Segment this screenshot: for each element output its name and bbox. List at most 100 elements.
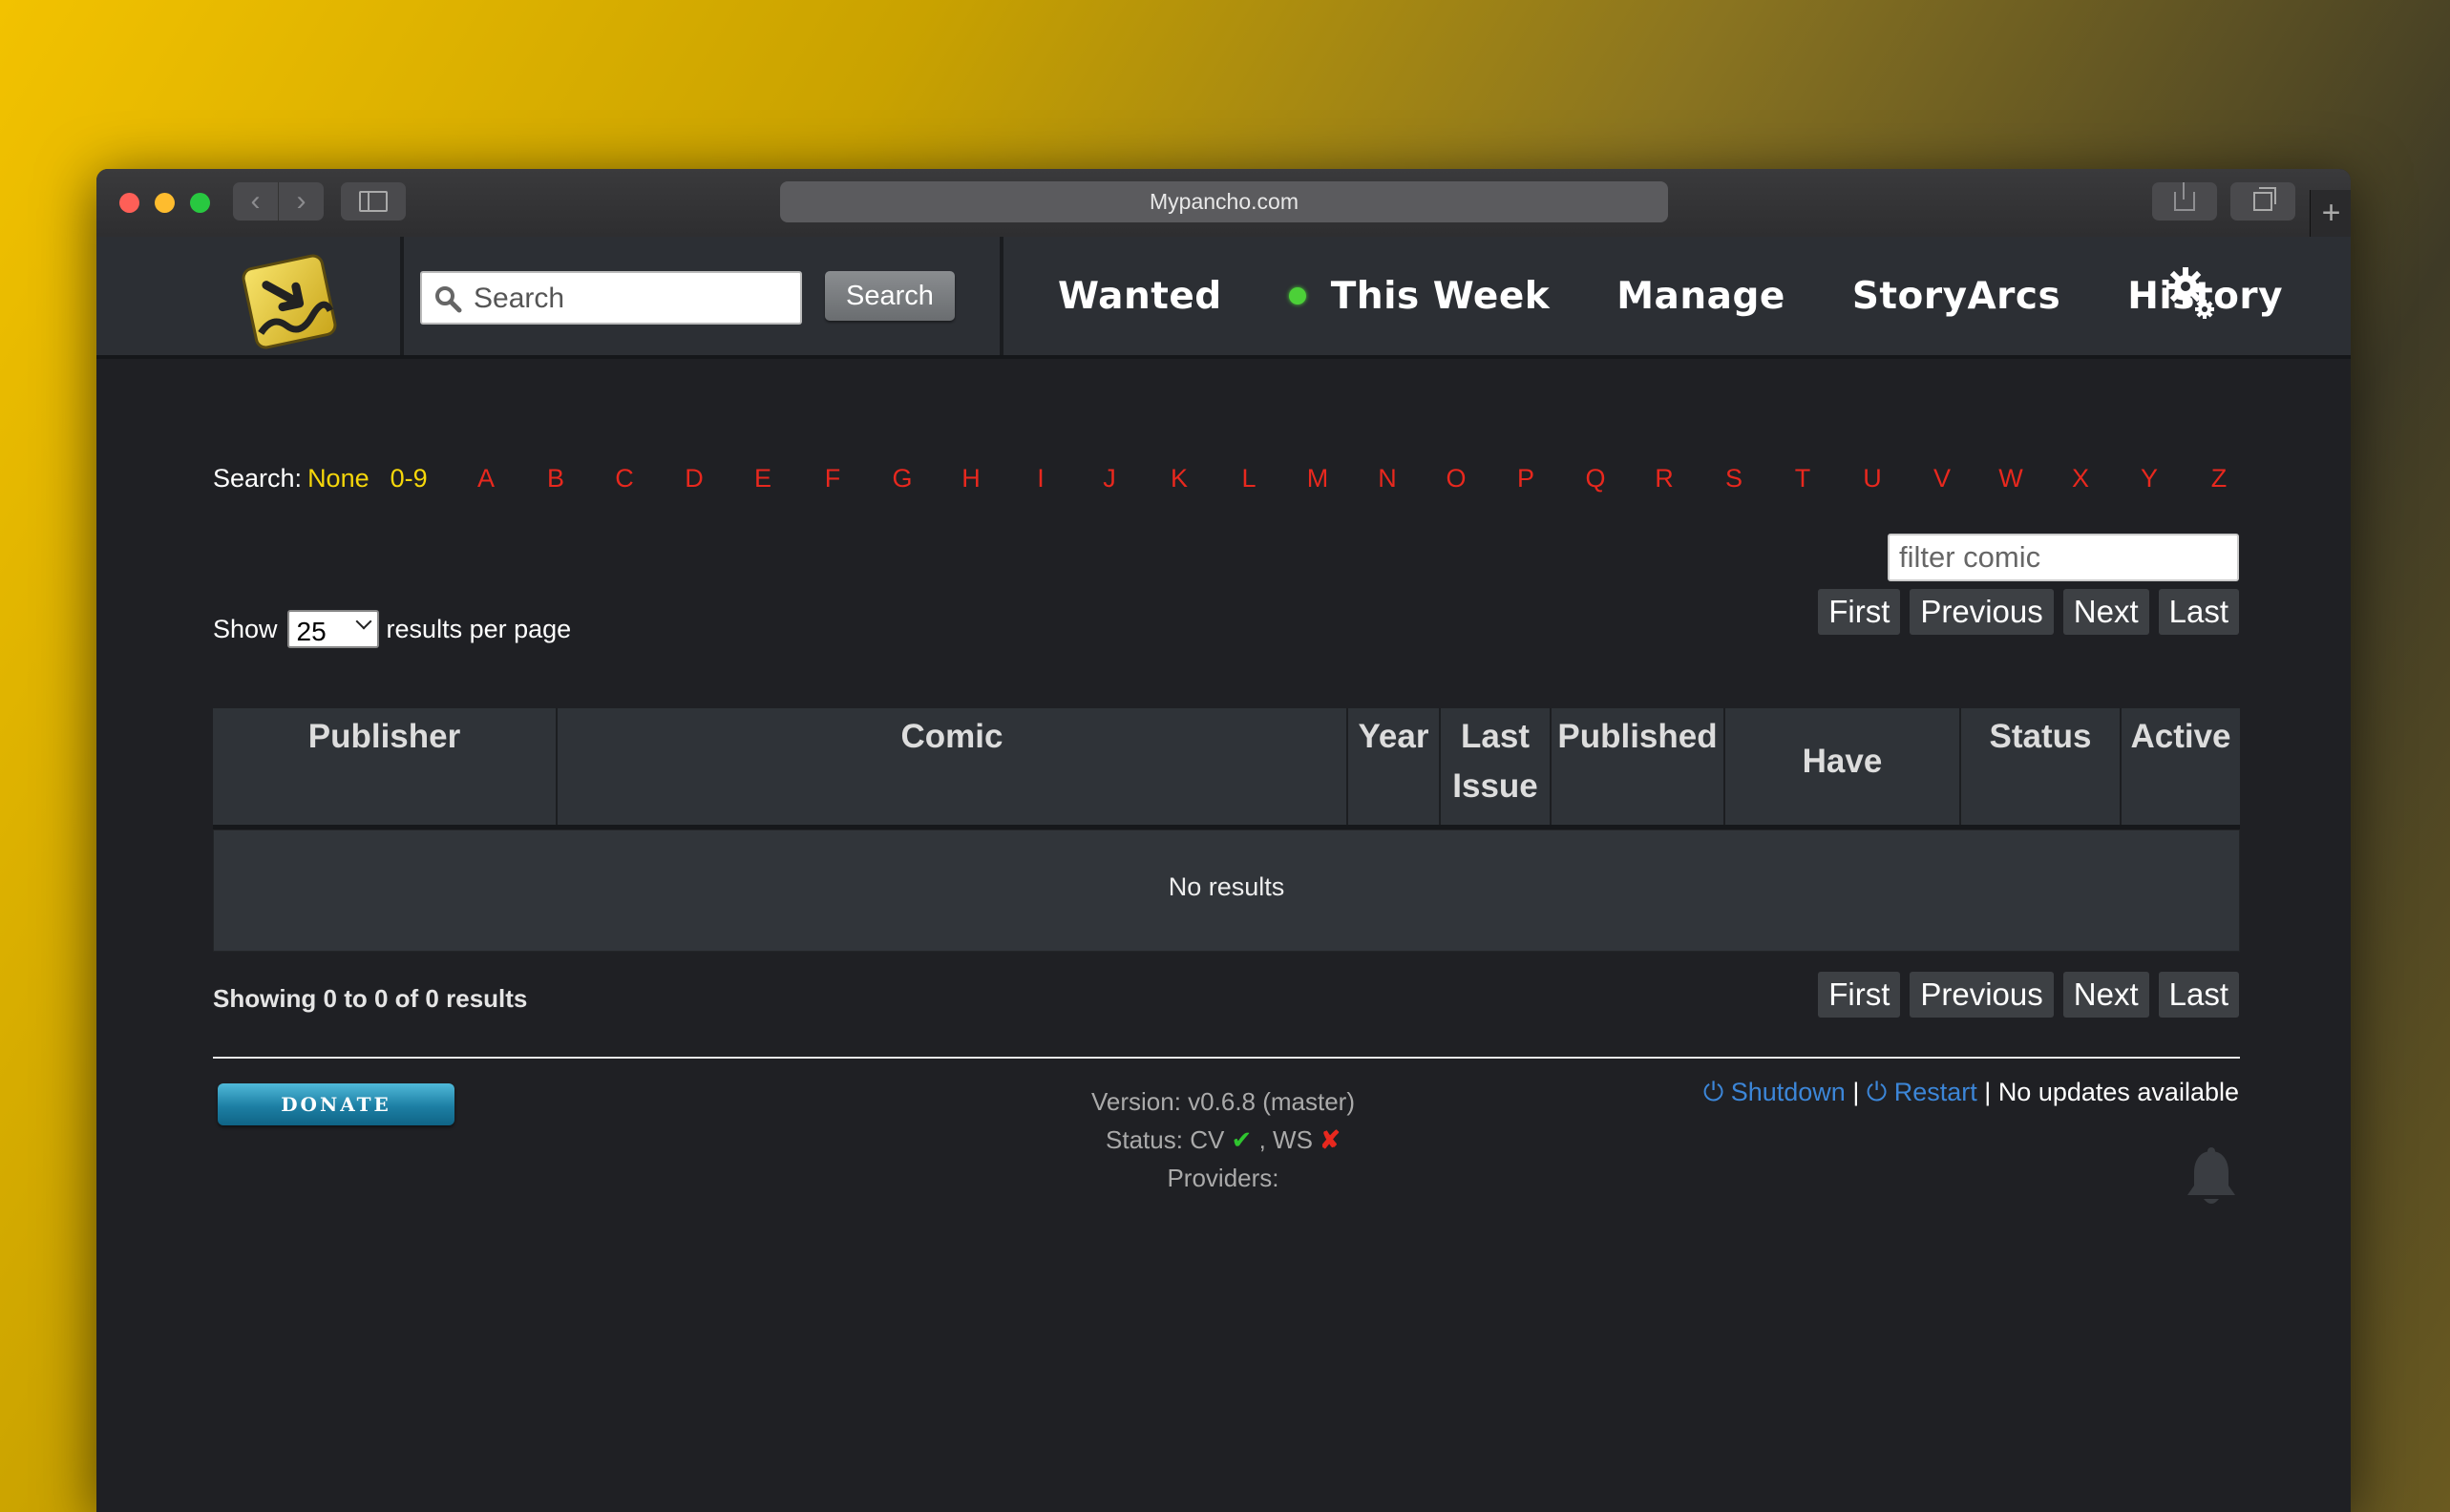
col-last-issue-line2: Issue (1452, 767, 1538, 805)
alpha-letter-y[interactable]: Y (2130, 464, 2168, 494)
alpha-letter-t[interactable]: T (1784, 464, 1822, 494)
empty-table-message: No results (1168, 872, 1285, 901)
alpha-letter-j[interactable]: J (1090, 464, 1129, 494)
share-button[interactable] (2152, 182, 2217, 220)
sidebar-icon (359, 191, 388, 212)
notification-bell-icon[interactable] (2185, 1147, 2238, 1208)
pagination-top: First Previous Next Last (1808, 589, 2239, 635)
col-status[interactable]: Status (1961, 708, 2122, 825)
alpha-letter-s[interactable]: S (1715, 464, 1753, 494)
maximize-window-button[interactable] (190, 193, 210, 213)
address-bar[interactable]: Mypancho.com (780, 181, 1668, 222)
app-header: Search Wanted This Week Manage StoryArcs… (96, 237, 2351, 359)
alpha-letter-p[interactable]: P (1507, 464, 1545, 494)
settings-gear-icon[interactable] (2165, 265, 2218, 323)
col-year[interactable]: Year (1348, 708, 1441, 825)
alpha-letter-k[interactable]: K (1160, 464, 1198, 494)
power-icon: ⏻ (1866, 1078, 1888, 1106)
col-published[interactable]: Published (1552, 708, 1725, 825)
alpha-letter-e[interactable]: E (744, 464, 782, 494)
alpha-none[interactable]: None (307, 464, 370, 494)
shutdown-link[interactable]: Shutdown (1731, 1078, 1846, 1106)
nav-wanted[interactable]: Wanted (1058, 275, 1222, 318)
donate-button[interactable]: DONATE (218, 1083, 454, 1125)
chevron-down-icon (355, 613, 372, 630)
alpha-letter-m[interactable]: M (1299, 464, 1337, 494)
alpha-letter-q[interactable]: Q (1576, 464, 1615, 494)
alpha-letter-b[interactable]: B (537, 464, 575, 494)
alpha-letter-o[interactable]: O (1437, 464, 1475, 494)
page-length-value: 25 (296, 617, 327, 646)
show-label: Show (213, 614, 278, 643)
title-bar: ‹ › Mypancho.com + (96, 169, 2351, 238)
table-header: Publisher Comic Year Last Issue Publishe… (213, 708, 2240, 830)
restart-link[interactable]: Restart (1894, 1078, 1977, 1106)
alpha-letter-d[interactable]: D (675, 464, 713, 494)
table-body: No results (213, 830, 2240, 952)
main-nav: Wanted This Week Manage StoryArcs Histor… (1058, 237, 2350, 355)
sidebar-toggle-button[interactable] (341, 182, 406, 220)
alpha-letter-w[interactable]: W (1992, 464, 2030, 494)
alpha-letters: ABCDEFGHIJKLMNOPQRSTUVWXYZ (467, 464, 2227, 494)
previous-page-button[interactable]: Previous (1910, 972, 2054, 1018)
filter-field[interactable] (1888, 534, 2239, 581)
next-page-button[interactable]: Next (2062, 972, 2149, 1018)
status-line: Status: CV ✔ , WS ✘ (1032, 1121, 1414, 1159)
browser-window: ‹ › Mypancho.com + Search Search Wanted … (96, 169, 2351, 1512)
new-tab-button[interactable]: + (2310, 190, 2351, 237)
alpha-letter-f[interactable]: F (813, 464, 852, 494)
server-actions: ⏻ Shutdown | ⏻ Restart | No updates avai… (1703, 1078, 2239, 1108)
nav-this-week[interactable]: This Week (1288, 275, 1551, 318)
nav-manage[interactable]: Manage (1616, 275, 1785, 318)
show-tabs-button[interactable] (2230, 182, 2295, 220)
col-last-issue[interactable]: Last Issue (1441, 708, 1552, 825)
last-page-button[interactable]: Last (2158, 972, 2239, 1018)
alpha-letter-v[interactable]: V (1923, 464, 1961, 494)
alpha-letter-c[interactable]: C (605, 464, 644, 494)
per-page-label: results per page (386, 614, 572, 643)
alpha-0-9[interactable]: 0-9 (391, 464, 428, 494)
alpha-letter-g[interactable]: G (883, 464, 921, 494)
first-page-button[interactable]: First (1818, 589, 1901, 635)
alpha-search: Search: None 0-9 A BC D E F G H IJ K L M N O P QR S T U V W… (213, 464, 2227, 494)
version-text: Version: v0.6.8 (master) (1091, 1087, 1355, 1116)
first-page-button[interactable]: First (1818, 972, 1901, 1018)
table-info: Showing 0 to 0 of 0 results (213, 984, 528, 1013)
search-input[interactable] (472, 279, 791, 319)
page-length-select[interactable]: 25 (286, 610, 379, 648)
header-divider (1000, 237, 1003, 355)
alpha-letter-n[interactable]: N (1368, 464, 1406, 494)
col-publisher[interactable]: Publisher (213, 708, 558, 825)
alpha-letter-h[interactable]: H (952, 464, 990, 494)
version-info: Version: v0.6.8 (master) Status: CV ✔ , … (1032, 1082, 1414, 1197)
alpha-letter-i[interactable]: I (1022, 464, 1060, 494)
back-arrow-icon[interactable]: ‹ (233, 182, 279, 220)
separator: | (1852, 1078, 1860, 1106)
col-active[interactable]: Active (2122, 708, 2240, 825)
alpha-letter-u[interactable]: U (1853, 464, 1891, 494)
app-logo-icon[interactable] (232, 244, 347, 359)
header-divider (400, 237, 404, 355)
filter-comic-input[interactable] (1890, 536, 2237, 579)
search-field[interactable] (420, 271, 802, 325)
alpha-letter-x[interactable]: X (2061, 464, 2100, 494)
col-have[interactable]: Have (1725, 708, 1961, 825)
alpha-letter-z[interactable]: Z (2200, 464, 2238, 494)
cross-icon: ✘ (1320, 1125, 1341, 1154)
close-window-button[interactable] (119, 193, 139, 213)
alpha-search-label: Search: (213, 464, 303, 493)
alpha-letter-l[interactable]: L (1230, 464, 1268, 494)
alpha-letter-r[interactable]: R (1645, 464, 1683, 494)
history-nav-buttons: ‹ › (233, 182, 324, 220)
search-button[interactable]: Search (825, 271, 955, 321)
alpha-letter-a[interactable]: A (467, 464, 505, 494)
nav-storyarcs[interactable]: StoryArcs (1852, 275, 2060, 318)
next-page-button[interactable]: Next (2062, 589, 2149, 635)
forward-arrow-icon[interactable]: › (279, 182, 324, 220)
previous-page-button[interactable]: Previous (1910, 589, 2054, 635)
minimize-window-button[interactable] (155, 193, 175, 213)
col-last-issue-line1: Last (1461, 718, 1530, 755)
last-page-button[interactable]: Last (2158, 589, 2239, 635)
col-comic[interactable]: Comic (558, 708, 1348, 825)
share-icon (2174, 182, 2195, 211)
